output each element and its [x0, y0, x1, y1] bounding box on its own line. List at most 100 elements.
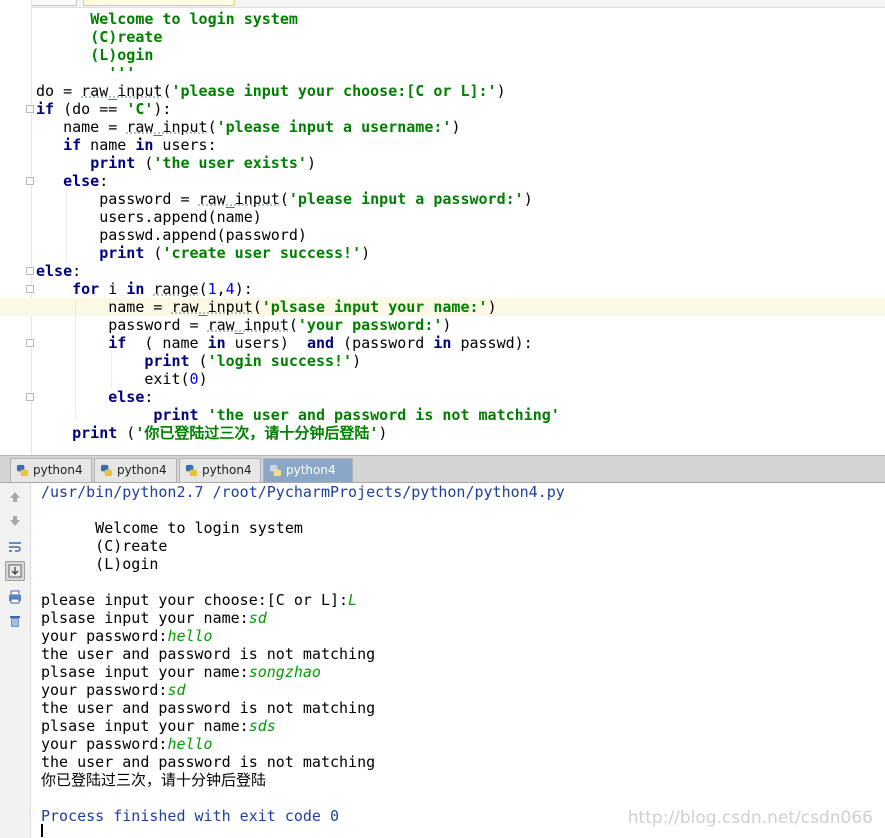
fold-marker[interactable] [26, 177, 34, 185]
code-line[interactable]: print 'the user and password is not matc… [36, 406, 560, 424]
fold-marker[interactable] [26, 267, 34, 275]
console-line: the user and password is not matching [41, 645, 375, 663]
output-text: your password: [41, 627, 168, 645]
code-token: Welcome to login system [90, 10, 298, 28]
code-token: : [99, 172, 109, 190]
output-text: plsase input your name: [41, 663, 249, 681]
code-line[interactable]: if ( name in users) and (password in pas… [36, 334, 533, 352]
code-line[interactable]: name = raw_input('please input a usernam… [36, 118, 460, 136]
code-token: 4 [225, 280, 235, 298]
code-token: 'the user and password is not matching' [207, 406, 560, 424]
code-token: passwd): [451, 334, 533, 352]
code-token: do = [36, 82, 82, 100]
code-token: (C)reate [90, 28, 163, 46]
python-icon [185, 464, 198, 477]
code-token: if [108, 334, 127, 352]
output-text: the user and password is not matching [41, 699, 376, 717]
code-token: else [108, 388, 145, 406]
fold-marker[interactable] [26, 339, 34, 347]
code-token: raw_input [198, 190, 280, 208]
code-token: 'please input a username:' [216, 118, 452, 136]
trash-icon[interactable] [5, 611, 25, 631]
code-line[interactable]: users.append(name) [36, 208, 262, 226]
code-token: '你已登陆过三次，请十分钟后登陆' [135, 424, 379, 442]
console-line: please input your choose:[C or L]:L [41, 591, 357, 609]
run-tab-4-active[interactable]: python4 [263, 458, 353, 482]
code-line[interactable]: else: [36, 172, 108, 190]
console-line: Welcome to login system [41, 519, 303, 537]
toolbar-box-highlight [83, 0, 235, 6]
code-line[interactable]: (L)ogin [36, 46, 153, 64]
scroll-to-end-icon[interactable] [5, 561, 25, 581]
code-token: ) [487, 298, 497, 316]
code-token: if [63, 136, 82, 154]
code-line[interactable]: if name in users: [36, 136, 217, 154]
code-token: users) [225, 334, 307, 352]
code-token: print [153, 406, 199, 424]
console-line: plsase input your name:sd [41, 609, 267, 627]
code-line[interactable]: else: [36, 262, 81, 280]
code-line[interactable]: print ('create user success!') [36, 244, 370, 262]
code-token: name = [36, 298, 172, 316]
output-text: the user and password is not matching [41, 753, 376, 771]
run-tab-3[interactable]: python4 [179, 458, 261, 482]
code-editor[interactable]: Welcome to login system (C)reate (L)ogin… [0, 0, 885, 455]
code-token: print [99, 244, 145, 262]
code-line[interactable]: passwd.append(password) [36, 226, 307, 244]
fold-marker[interactable] [26, 285, 34, 293]
down-arrow-icon[interactable] [5, 511, 25, 531]
code-token: ( [189, 352, 208, 370]
console-line: 你已登陆过三次，请十分钟后登陆 [41, 771, 266, 789]
run-tab-label: python4 [202, 463, 252, 477]
fold-marker[interactable] [26, 393, 34, 401]
code-line[interactable]: (C)reate [36, 28, 162, 46]
up-arrow-icon[interactable] [5, 487, 25, 507]
code-line[interactable]: password = raw_input('please input a pas… [36, 190, 533, 208]
run-tab-2[interactable]: python4 [94, 458, 177, 482]
code-line[interactable]: ''' [36, 64, 135, 82]
code-token: ''' [90, 64, 136, 82]
code-line[interactable]: exit(0) [36, 370, 208, 388]
code-line[interactable]: print ('login success!') [36, 352, 361, 370]
code-token: print [72, 424, 118, 442]
code-line[interactable]: else: [36, 388, 153, 406]
code-line[interactable]: Welcome to login system [36, 10, 298, 28]
code-token: ( [252, 298, 262, 316]
code-line[interactable]: print ('你已登陆过三次，请十分钟后登陆') [36, 424, 387, 442]
code-token: 1 [207, 280, 217, 298]
run-tab-1[interactable]: python4 [10, 458, 92, 482]
user-input-text: sds [248, 717, 276, 735]
code-token: : [144, 388, 154, 406]
code-token: exit( [36, 370, 190, 388]
console-line: the user and password is not matching [41, 753, 375, 771]
code-line[interactable]: for i in range(1,4): [36, 280, 253, 298]
code-token: (do == [54, 100, 127, 118]
code-token: raw_input [81, 82, 163, 100]
soft-wrap-icon[interactable] [5, 537, 25, 557]
code-line[interactable]: password = raw_input('your password:') [36, 316, 451, 334]
code-line[interactable]: do = raw_input('please input your choose… [36, 82, 506, 100]
console-toolbar [0, 483, 31, 838]
code-token: ( [144, 244, 163, 262]
code-token: ( [207, 118, 217, 136]
print-icon[interactable] [5, 587, 25, 607]
code-line[interactable]: print ('the user exists') [36, 154, 316, 172]
code-line[interactable]: if (do == 'C'): [36, 100, 171, 118]
output-text: (C)reate [41, 537, 168, 555]
output-text: please input your choose:[C or L]: [41, 591, 349, 609]
output-text: your password: [41, 681, 168, 699]
code-token: : [72, 262, 82, 280]
editor-gutter[interactable] [0, 0, 32, 455]
fold-marker[interactable] [26, 105, 34, 113]
run-console[interactable]: /usr/bin/python2.7 /root/PycharmProjects… [0, 483, 885, 838]
python-icon [16, 464, 29, 477]
code-token: 'please input a password:' [288, 190, 524, 208]
code-line[interactable]: name = raw_input('plsase input your name… [36, 298, 497, 316]
code-token: 'login success!' [207, 352, 353, 370]
code-token: ) [198, 370, 208, 388]
